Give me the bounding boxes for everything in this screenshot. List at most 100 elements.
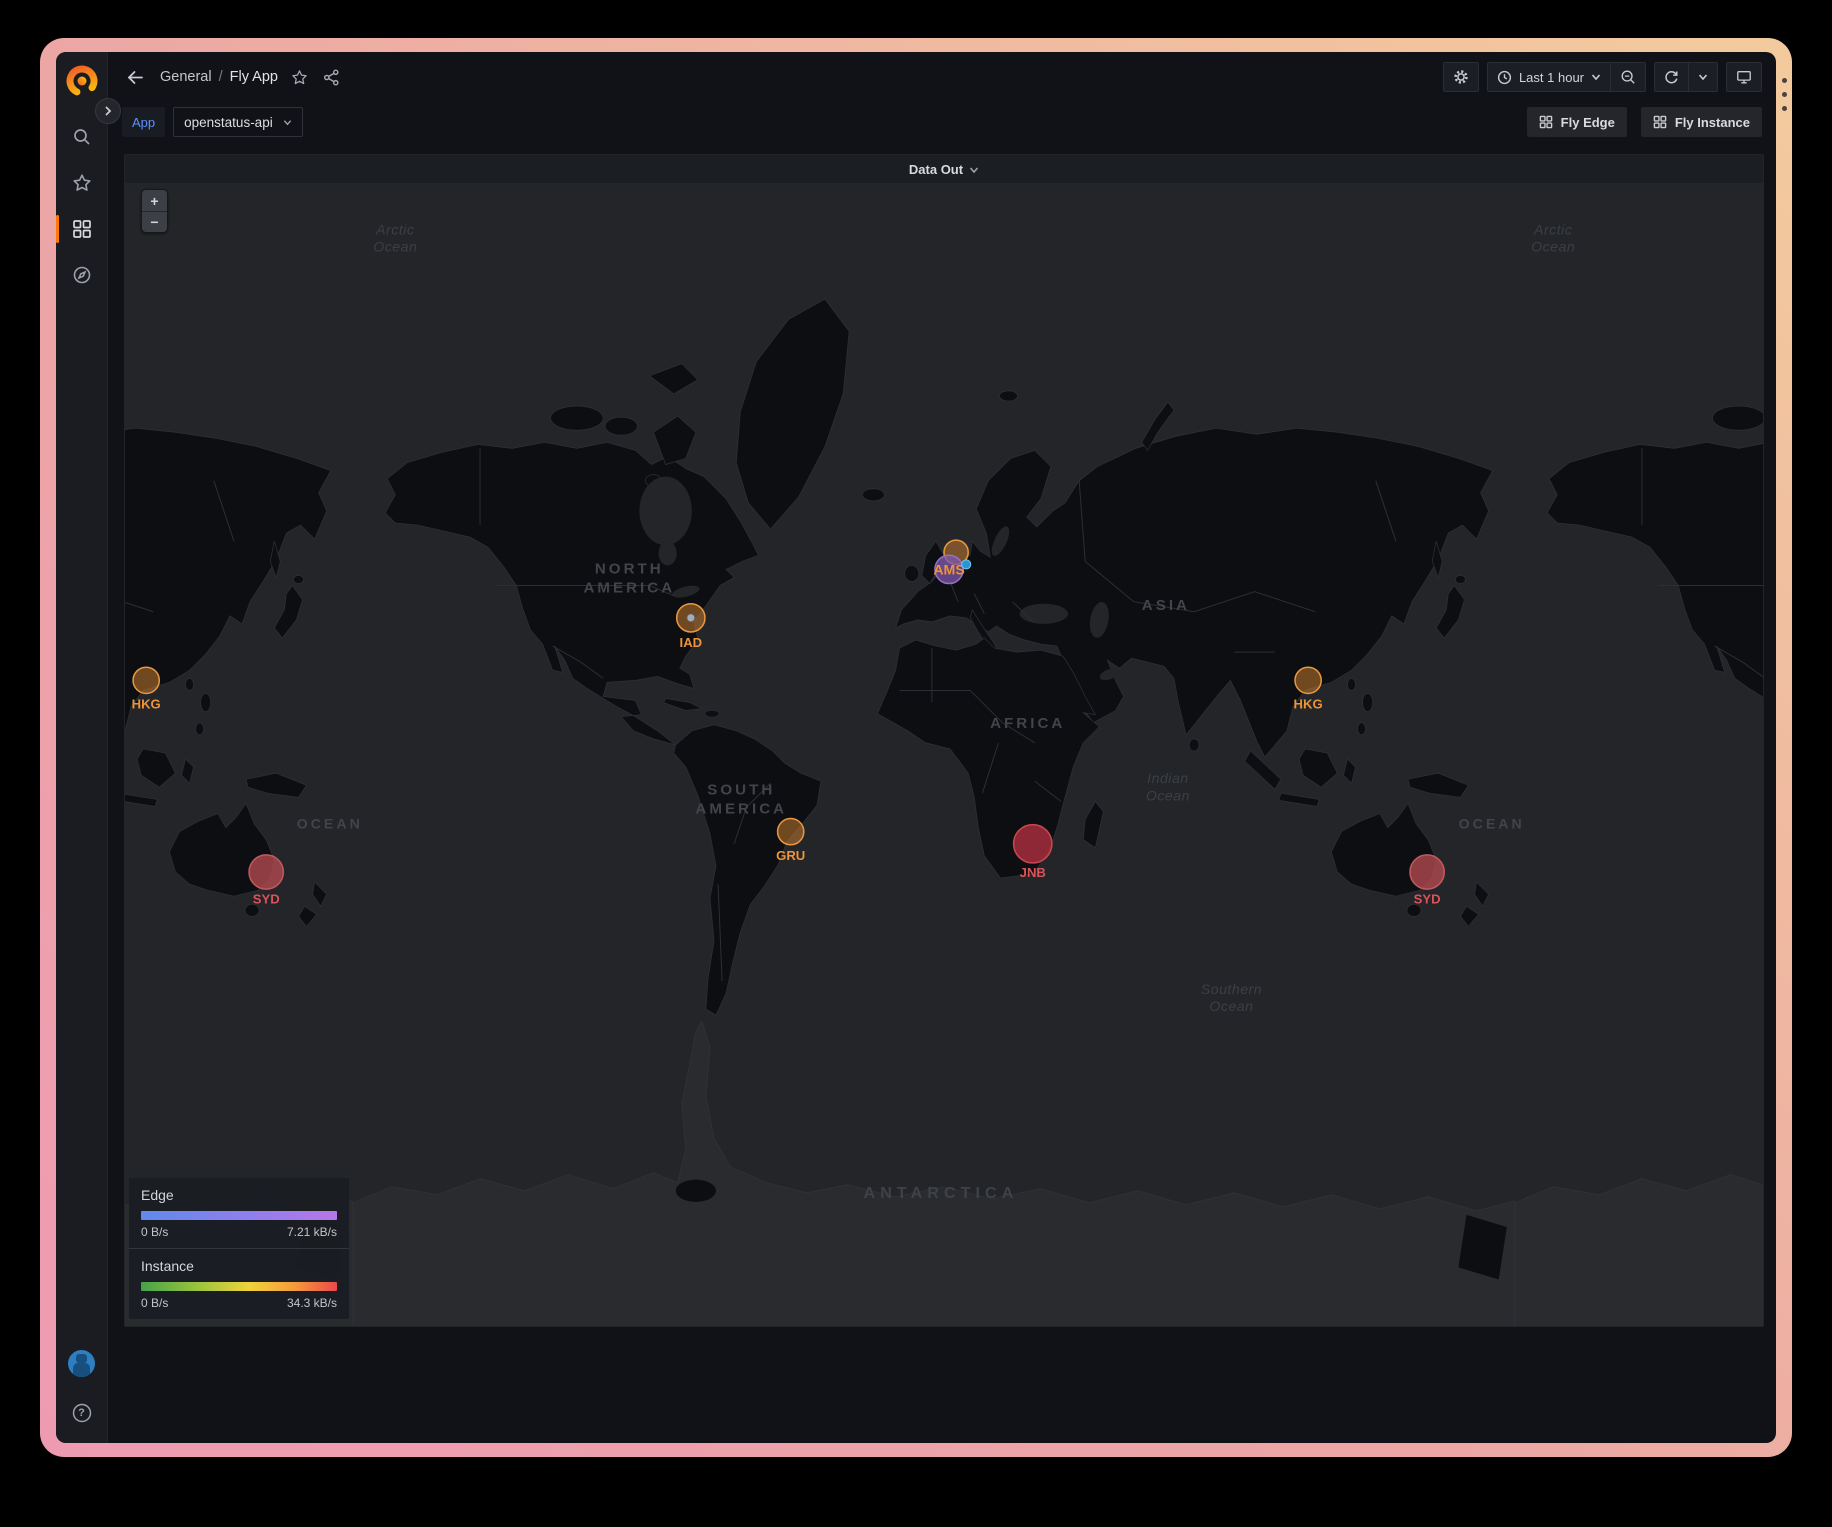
grafana-window: ? <box>56 52 1776 1443</box>
legend-edge-max: 7.21 kB/s <box>287 1225 337 1239</box>
chevron-down-icon <box>283 118 292 127</box>
app-variable-value: openstatus-api <box>184 115 273 130</box>
marker-syd[interactable]: SYD <box>1410 855 1444 906</box>
back-button[interactable] <box>122 64 148 90</box>
help-glyph: ? <box>78 1407 85 1419</box>
sidebar-item-help[interactable]: ? <box>56 1399 108 1427</box>
label-south-america-2: AMERICA <box>695 801 787 818</box>
user-avatar[interactable] <box>68 1350 95 1377</box>
label-africa: AFRICA <box>990 715 1065 732</box>
sidebar-item-explore[interactable] <box>56 252 108 298</box>
map-zoom-in-button[interactable]: + <box>142 190 167 211</box>
label-southern-ocean-1: Southern <box>1201 981 1262 997</box>
marker-ams[interactable]: AMS <box>933 555 964 583</box>
label-antarctica: ANTARCTICA <box>864 1184 1019 1202</box>
legend-instance-gradient-bar <box>141 1282 337 1291</box>
monitor-icon <box>1736 69 1752 85</box>
kiosk-mode-button[interactable] <box>1726 62 1762 92</box>
app-variable-dropdown[interactable]: openstatus-api <box>173 107 303 137</box>
dashboards-grid-icon <box>72 219 92 239</box>
apps-grid-icon <box>1539 115 1553 129</box>
legend-edge-min: 0 B/s <box>141 1225 168 1239</box>
instance-marker-dot <box>687 614 695 622</box>
favorite-dashboard-button[interactable] <box>290 67 310 87</box>
frame-grip-dot <box>1782 92 1787 97</box>
star-icon <box>72 173 92 193</box>
world-map-svg: Arctic Ocean Arctic Ocean NORTH AMERICA … <box>125 183 1763 1326</box>
svg-text:JNB: JNB <box>1020 865 1046 880</box>
svg-text:GRU: GRU <box>776 848 805 863</box>
label-ocean-left: OCEAN <box>297 816 363 832</box>
marker-hkg-west[interactable]: HKG <box>132 667 161 711</box>
active-indicator <box>56 215 59 243</box>
apps-grid-icon <box>1653 115 1667 129</box>
fly-instance-label: Fly Instance <box>1675 115 1750 130</box>
fly-edge-label: Fly Edge <box>1561 115 1615 130</box>
label-north-america-2: AMERICA <box>583 580 675 597</box>
search-icon <box>72 127 92 147</box>
grafana-logo-icon[interactable] <box>65 64 99 98</box>
variables-row: App openstatus-api <box>108 102 1776 142</box>
refresh-button[interactable] <box>1655 63 1688 91</box>
legend-instance-title: Instance <box>141 1258 337 1274</box>
gear-icon <box>1453 69 1469 85</box>
sidebar-bottom: ? <box>56 1350 108 1427</box>
chevron-down-icon <box>1591 72 1601 82</box>
compass-icon <box>72 265 92 285</box>
marker-hkg[interactable]: HKG <box>1294 667 1323 711</box>
label-arctic-ocean-left-2: Ocean <box>373 239 417 255</box>
refresh-interval-dropdown[interactable] <box>1688 63 1717 91</box>
svg-text:AMS: AMS <box>933 561 964 577</box>
time-range-picker[interactable]: Last 1 hour <box>1488 63 1610 91</box>
legend-edge-section: Edge 0 B/s 7.21 kB/s <box>129 1178 349 1248</box>
screenshot-stage: ? <box>0 0 1832 1527</box>
breadcrumb-folder[interactable]: General <box>160 69 212 85</box>
frame-grip-dot <box>1782 78 1787 83</box>
fly-edge-link[interactable]: Fly Edge <box>1527 107 1627 137</box>
label-arctic-ocean-left-1: Arctic <box>375 222 414 238</box>
legend-edge-gradient-bar <box>141 1211 337 1220</box>
label-ocean-right: OCEAN <box>1459 816 1525 832</box>
share-icon <box>323 69 340 86</box>
legend-edge-title: Edge <box>141 1187 337 1203</box>
svg-text:SYD: SYD <box>1414 891 1441 906</box>
panel-header[interactable]: Data Out <box>125 155 1763 183</box>
chevron-right-icon <box>103 106 113 116</box>
map-zoom-out-button[interactable]: − <box>142 211 167 232</box>
window-frame: ? <box>40 38 1792 1457</box>
panel-title: Data Out <box>909 162 963 177</box>
world-map[interactable]: Arctic Ocean Arctic Ocean NORTH AMERICA … <box>125 183 1763 1326</box>
main-content: General / Fly App <box>108 52 1776 1443</box>
dashboard-topbar: General / Fly App <box>108 52 1776 102</box>
topbar-actions: Last 1 hour <box>1443 62 1762 92</box>
breadcrumb-dashboard-title[interactable]: Fly App <box>230 69 278 85</box>
breadcrumb-separator: / <box>219 69 223 85</box>
label-arctic-ocean-right-1: Arctic <box>1533 222 1572 238</box>
svg-text:HKG: HKG <box>132 697 161 712</box>
dashboard-links: Fly Edge Fly Instance <box>1527 107 1762 137</box>
marker-iad[interactable]: IAD <box>677 604 705 650</box>
frame-grip-dot <box>1782 106 1787 111</box>
app-variable-label[interactable]: App <box>122 107 165 137</box>
sidebar-item-starred[interactable] <box>56 160 108 206</box>
label-indian-ocean-1: Indian <box>1147 770 1188 786</box>
sidebar-item-dashboards[interactable] <box>56 206 108 252</box>
refresh-group <box>1654 62 1718 92</box>
geomap-panel: Data Out <box>124 154 1764 1327</box>
legend-instance-max: 34.3 kB/s <box>287 1296 337 1310</box>
instance-marker-dot[interactable] <box>962 560 971 569</box>
svg-text:HKG: HKG <box>1294 697 1323 712</box>
dashboard-settings-button[interactable] <box>1443 62 1479 92</box>
arrow-left-icon <box>126 68 145 87</box>
marker-gru[interactable]: GRU <box>776 819 805 863</box>
map-legend: Edge 0 B/s 7.21 kB/s Instance <box>129 1178 349 1319</box>
zoom-out-time-button[interactable] <box>1610 63 1645 91</box>
fly-instance-link[interactable]: Fly Instance <box>1641 107 1762 137</box>
marker-syd-west[interactable]: SYD <box>249 855 283 906</box>
sidebar-expand-button[interactable] <box>95 98 121 124</box>
share-dashboard-button[interactable] <box>322 67 342 87</box>
label-arctic-ocean-right-2: Ocean <box>1531 239 1575 255</box>
chevron-down-icon <box>1698 72 1708 82</box>
clock-icon <box>1497 70 1512 85</box>
svg-text:SYD: SYD <box>253 891 280 906</box>
